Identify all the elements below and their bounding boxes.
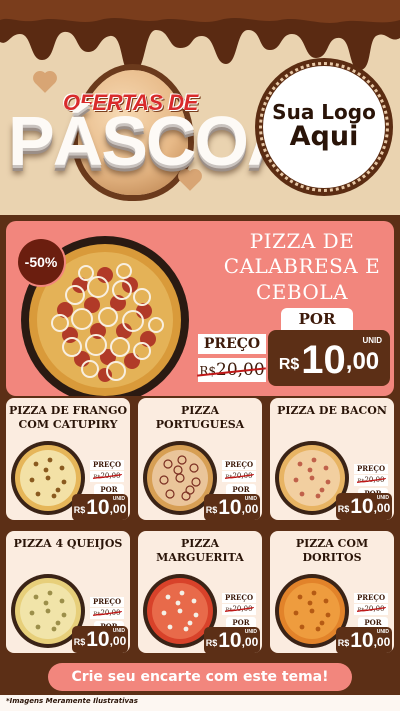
old-price: R$20,00 <box>354 604 388 615</box>
unid-label: UNID <box>362 336 382 345</box>
product-card: PIZZA MARGUERITA PREÇO R$20,00 POR UNID … <box>138 531 262 653</box>
old-price: R$20,00 <box>222 471 256 482</box>
product-name: PIZZA DE FRANGO COM CATUPIRY <box>8 404 128 432</box>
new-price: UNID R$ 10 ,00 <box>204 627 260 653</box>
flyer-page: OFERTAS DE PÁSCOA Sua Logo Aqui -50% PIZ… <box>0 0 400 711</box>
featured-preco-label: PREÇO <box>198 334 266 354</box>
preco-label: PREÇO <box>90 597 124 607</box>
featured-product-name: PIZZA DE CALABRESA E CEBOLA <box>223 229 381 304</box>
new-price: UNID R$ 10 ,00 <box>336 493 392 520</box>
product-card: PIZZA PORTUGUESA PREÇO R$20,00 POR UNID … <box>138 398 262 520</box>
product-card: PIZZA COM DORITOS PREÇO R$20,00 POR UNID… <box>270 531 394 653</box>
old-price: R$20,00 <box>222 604 256 615</box>
old-price: R$20,00 <box>90 471 124 482</box>
preco-label: PREÇO <box>222 460 256 470</box>
disclaimer-text: *Imagens Meramente Ilustrativas <box>6 697 138 705</box>
new-price: UNID R$ 10 ,00 <box>204 494 260 520</box>
featured-old-price: R$20,00 <box>198 358 266 382</box>
new-price: UNID R$ 10 ,00 <box>72 626 128 653</box>
preco-label: PREÇO <box>222 593 256 603</box>
featured-por-label: POR <box>281 308 353 330</box>
logo-text-line2: Aqui <box>289 121 359 153</box>
product-name: PIZZA DE BACON <box>277 404 387 417</box>
preco-label: PREÇO <box>90 460 124 470</box>
product-name: PIZZA COM DORITOS <box>295 537 369 565</box>
featured-old-value: 20,00 <box>216 360 265 380</box>
old-price: R$20,00 <box>354 475 388 486</box>
featured-new-price: UNID R$ 10 ,00 <box>268 330 390 386</box>
product-card: PIZZA DE BACON PREÇO R$20,00 POR UNID R$… <box>270 398 394 520</box>
discount-badge: -50% <box>18 239 64 285</box>
new-price: UNID R$ 10 ,00 <box>72 494 128 520</box>
logo-placeholder: Sua Logo Aqui <box>255 58 393 196</box>
featured-price-integer: 10 <box>301 338 346 382</box>
preco-label: PREÇO <box>354 464 388 474</box>
heart-icon <box>35 73 55 93</box>
preco-label: PREÇO <box>354 593 388 603</box>
product-name: PIZZA PORTUGUESA <box>155 404 245 432</box>
new-price: UNID R$ 10 ,00 <box>336 627 392 653</box>
title-pascoa: PÁSCOA <box>8 102 297 180</box>
product-card: PIZZA DE FRANGO COM CATUPIRY PREÇO R$20,… <box>6 398 130 520</box>
old-price: R$20,00 <box>90 608 124 619</box>
product-card: PIZZA 4 QUEIJOS PREÇO R$20,00 POR UNID R… <box>6 531 130 653</box>
product-name: PIZZA MARGUERITA <box>156 537 244 565</box>
logo-text-line1: Sua Logo <box>272 100 376 125</box>
easter-title-block: OFERTAS DE PÁSCOA <box>8 62 297 202</box>
cta-banner[interactable]: Crie seu encarte com este tema! <box>48 663 352 691</box>
product-name: PIZZA 4 QUEIJOS <box>13 537 123 550</box>
header: OFERTAS DE PÁSCOA Sua Logo Aqui <box>0 0 400 215</box>
